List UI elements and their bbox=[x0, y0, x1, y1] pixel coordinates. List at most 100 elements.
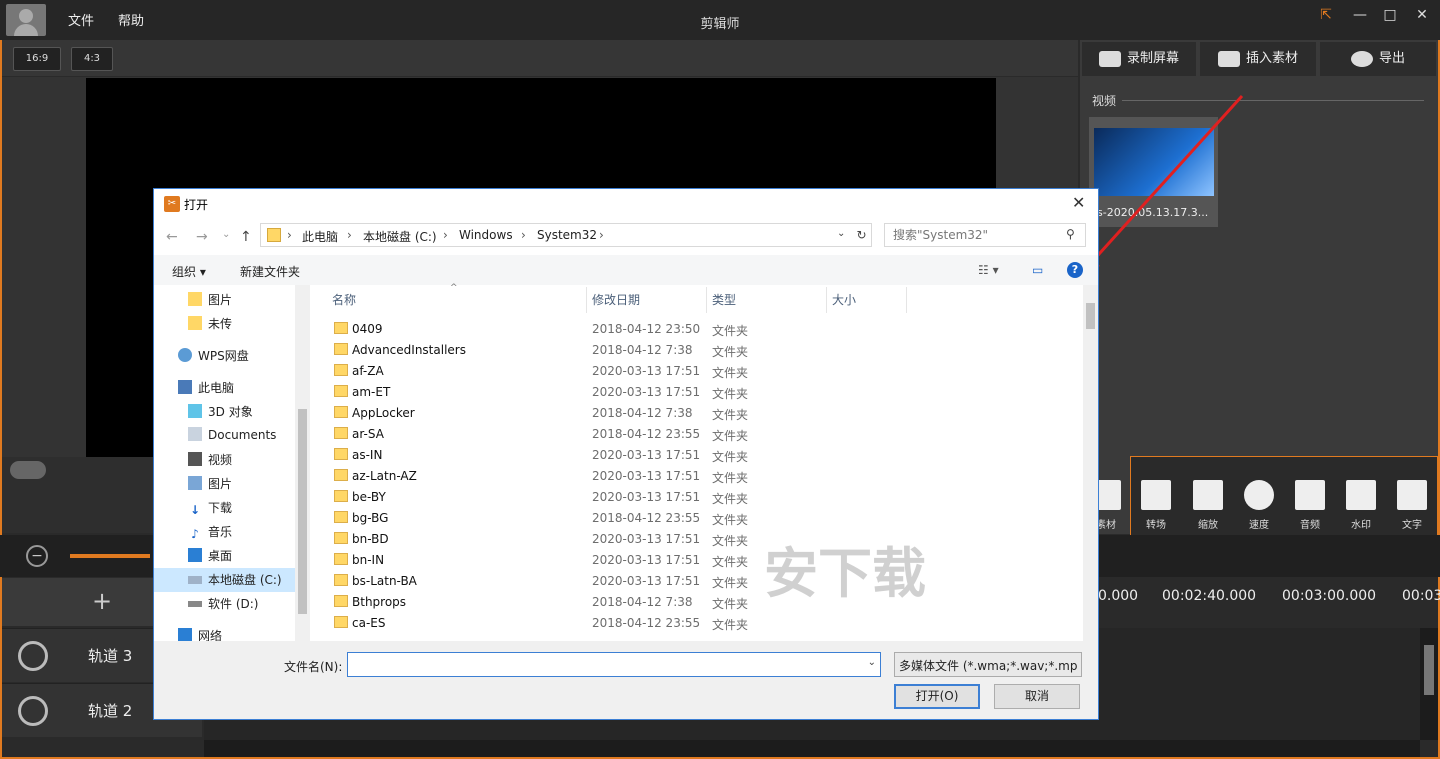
chevron-down-icon[interactable]: ⌄ bbox=[868, 657, 876, 668]
recent-dropdown-icon[interactable]: ⌄ bbox=[222, 229, 230, 240]
nav-item[interactable]: WPS网盘 bbox=[178, 347, 249, 364]
nav-scroll-thumb[interactable] bbox=[298, 409, 307, 614]
file-row[interactable]: ca-ES 2018-04-12 23:55 文件夹 bbox=[334, 613, 1074, 634]
fx-transition[interactable]: 转场 bbox=[1134, 480, 1178, 531]
forward-icon[interactable]: → bbox=[196, 229, 208, 245]
file-row[interactable]: ar-SA 2018-04-12 23:55 文件夹 bbox=[334, 424, 1074, 445]
record-screen-label: 录制屏幕 bbox=[1126, 51, 1179, 66]
file-row[interactable]: AdvancedInstallers 2018-04-12 7:38 文件夹 bbox=[334, 340, 1074, 361]
record-screen-tab[interactable]: 录制屏幕 bbox=[1082, 42, 1196, 76]
folder-icon bbox=[334, 574, 348, 586]
file-row[interactable]: Bthprops 2018-04-12 7:38 文件夹 bbox=[334, 592, 1074, 613]
chevron-down-icon[interactable]: ⌄ bbox=[837, 228, 845, 239]
fx-text-label: 文字 bbox=[1402, 520, 1422, 531]
file-row[interactable]: 0409 2018-04-12 23:50 文件夹 bbox=[334, 319, 1074, 340]
close-button[interactable]: ✕ bbox=[1408, 4, 1436, 26]
folder-icon bbox=[334, 406, 348, 418]
file-date: 2020-03-13 17:51 bbox=[592, 448, 701, 462]
nav-item[interactable]: 本地磁盘 (C:) bbox=[188, 571, 282, 588]
filetype-select[interactable]: 多媒体文件 (*.wma;*.wav;*.mp bbox=[894, 652, 1082, 677]
nav-item[interactable]: 此电脑 bbox=[178, 379, 234, 396]
app-title: 剪辑师 bbox=[700, 17, 740, 32]
file-scrollbar[interactable] bbox=[1083, 285, 1098, 641]
restore-icon[interactable]: ⇱ bbox=[1312, 4, 1340, 26]
zoom-out-icon[interactable]: − bbox=[26, 545, 48, 567]
fx-watermark[interactable]: 水印 bbox=[1339, 480, 1383, 531]
file-date: 2020-03-13 17:51 bbox=[592, 553, 701, 567]
timeline-hscroll[interactable] bbox=[204, 740, 1420, 757]
column-name[interactable]: 名称 bbox=[332, 291, 356, 308]
folder-icon bbox=[334, 343, 348, 355]
zoom-slider[interactable] bbox=[70, 554, 150, 558]
folder-icon bbox=[334, 385, 348, 397]
nav-item-label: 桌面 bbox=[208, 549, 233, 563]
file-type: 文件夹 bbox=[712, 324, 749, 338]
up-icon[interactable]: ↑ bbox=[240, 229, 252, 245]
fx-audio[interactable]: 音频 bbox=[1288, 480, 1332, 531]
nav-item[interactable]: 未传 bbox=[188, 315, 232, 332]
nav-item[interactable]: 图片 bbox=[188, 475, 232, 492]
network-icon bbox=[178, 628, 192, 641]
filename-input[interactable]: ⌄ bbox=[347, 652, 881, 677]
nav-item[interactable]: 视频 bbox=[188, 451, 232, 468]
breadcrumb-item[interactable]: 此电脑 bbox=[302, 228, 338, 245]
breadcrumb-item[interactable]: 本地磁盘 (C:) bbox=[363, 228, 437, 245]
ratio-4-3-button[interactable]: 4:3 bbox=[71, 47, 113, 71]
open-dialog: ✂ 打开 ✕ ← → ⌄ ↑ › 此电脑 › 本地磁盘 (C:) › Windo… bbox=[153, 188, 1099, 720]
breadcrumb-item[interactable]: System32 bbox=[537, 228, 597, 242]
file-row[interactable]: af-ZA 2020-03-13 17:51 文件夹 bbox=[334, 361, 1074, 382]
nav-item[interactable]: 软件 (D:) bbox=[188, 595, 258, 612]
column-size[interactable]: 大小 bbox=[832, 291, 856, 308]
nav-item-label: 网络 bbox=[198, 629, 223, 641]
dialog-close-button[interactable]: ✕ bbox=[1072, 193, 1085, 212]
column-type[interactable]: 类型 bbox=[712, 291, 736, 308]
breadcrumb-item[interactable]: Windows bbox=[459, 228, 513, 242]
refresh-icon[interactable]: ↻ bbox=[852, 223, 872, 247]
file-name: am-ET bbox=[352, 385, 391, 399]
view-options-icon[interactable]: ☷ ▾ bbox=[978, 263, 999, 277]
file-row[interactable]: as-IN 2020-03-13 17:51 文件夹 bbox=[334, 445, 1074, 466]
file-scroll-thumb[interactable] bbox=[1086, 303, 1095, 329]
timeline-vscroll-thumb[interactable] bbox=[1424, 645, 1434, 695]
file-name: 0409 bbox=[352, 322, 383, 336]
file-name: bn-IN bbox=[352, 553, 385, 567]
ratio-16-9-button[interactable]: 16:9 bbox=[13, 47, 61, 71]
file-row[interactable]: be-BY 2020-03-13 17:51 文件夹 bbox=[334, 487, 1074, 508]
nav-item[interactable]: ♪ 音乐 bbox=[188, 523, 232, 541]
column-date[interactable]: 修改日期 bbox=[592, 291, 640, 308]
file-row[interactable]: AppLocker 2018-04-12 7:38 文件夹 bbox=[334, 403, 1074, 424]
address-bar[interactable]: › 此电脑 › 本地磁盘 (C:) › Windows › System32 ›… bbox=[260, 223, 872, 247]
file-row[interactable]: bs-Latn-BA 2020-03-13 17:51 文件夹 bbox=[334, 571, 1074, 592]
fx-speed[interactable]: 速度 bbox=[1237, 480, 1281, 531]
nav-item[interactable]: 网络 bbox=[178, 627, 222, 641]
scrub-handle[interactable] bbox=[10, 461, 46, 479]
folder-icon bbox=[334, 616, 348, 628]
file-row[interactable]: bg-BG 2018-04-12 23:55 文件夹 bbox=[334, 508, 1074, 529]
nav-item[interactable]: 3D 对象 bbox=[188, 403, 253, 420]
file-row[interactable]: am-ET 2020-03-13 17:51 文件夹 bbox=[334, 382, 1074, 403]
preview-pane-icon[interactable]: ▭ bbox=[1032, 263, 1043, 277]
organize-button[interactable]: 组织 ▾ bbox=[172, 263, 206, 280]
minimize-button[interactable]: — bbox=[1346, 4, 1374, 26]
file-date: 2018-04-12 7:38 bbox=[592, 595, 693, 609]
search-input[interactable]: 搜索"System32" bbox=[884, 223, 1086, 247]
fx-zoom[interactable]: 缩放 bbox=[1186, 480, 1230, 531]
help-icon[interactable]: ? bbox=[1067, 262, 1083, 278]
open-button[interactable]: 打开(O) bbox=[894, 684, 980, 709]
nav-item[interactable]: 桌面 bbox=[188, 547, 232, 564]
new-folder-button[interactable]: 新建文件夹 bbox=[240, 263, 300, 280]
back-icon[interactable]: ← bbox=[166, 229, 178, 245]
nav-item[interactable]: Documents bbox=[188, 427, 276, 442]
nav-item[interactable]: ↓ 下载 bbox=[188, 499, 232, 517]
nav-item[interactable]: 图片 bbox=[188, 291, 232, 308]
export-tab[interactable]: 导出 bbox=[1320, 42, 1436, 76]
file-date: 2020-03-13 17:51 bbox=[592, 385, 701, 399]
insert-media-tab[interactable]: 插入素材 bbox=[1200, 42, 1316, 76]
file-row[interactable]: az-Latn-AZ 2020-03-13 17:51 文件夹 bbox=[334, 466, 1074, 487]
file-row[interactable]: bn-IN 2020-03-13 17:51 文件夹 bbox=[334, 550, 1074, 571]
cancel-button[interactable]: 取消 bbox=[994, 684, 1080, 709]
file-row[interactable]: bn-BD 2020-03-13 17:51 文件夹 bbox=[334, 529, 1074, 550]
fx-text[interactable]: 文字 bbox=[1390, 480, 1434, 531]
folder-icon bbox=[334, 490, 348, 502]
maximize-button[interactable]: □ bbox=[1376, 4, 1404, 26]
